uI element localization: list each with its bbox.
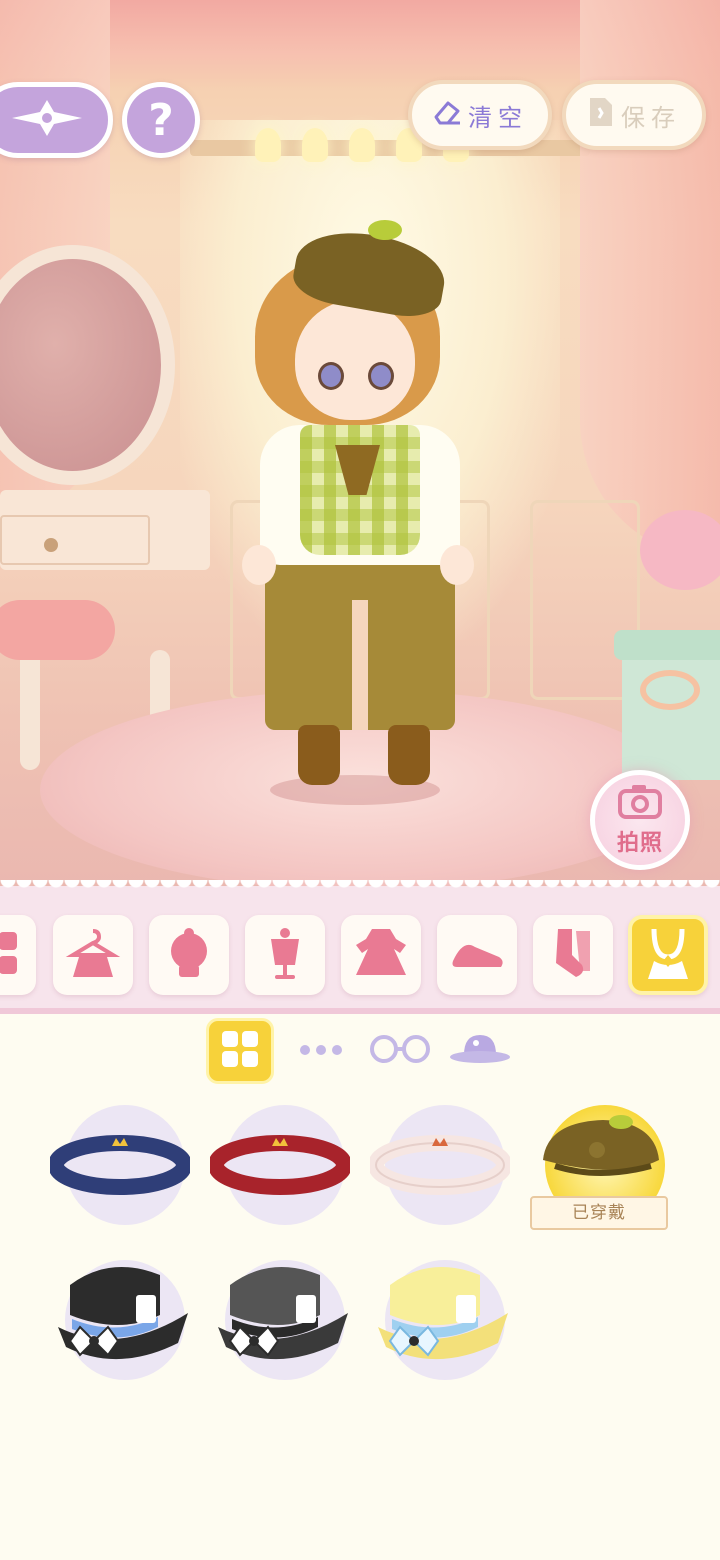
pants-gap — [352, 600, 368, 730]
item-black-top-hat[interactable] — [50, 1255, 200, 1395]
vanity-drawer — [0, 515, 150, 565]
avatar-character[interactable] — [240, 220, 480, 805]
category-tab-grid[interactable] — [0, 915, 36, 995]
character-hand — [440, 545, 474, 585]
eraser-icon — [432, 97, 462, 133]
bulb — [255, 128, 281, 162]
item-navy-crown-headband[interactable] — [50, 1100, 200, 1240]
top-hat-image — [218, 1267, 348, 1360]
hat-icon — [448, 1031, 512, 1071]
headband-image — [50, 1135, 190, 1195]
camera-button[interactable]: 拍照 — [590, 770, 690, 870]
character-eye — [318, 362, 344, 390]
gift-box — [622, 640, 720, 780]
gift-bow — [640, 670, 700, 710]
category-tab-accessories[interactable] — [628, 915, 708, 995]
top-hat-image — [378, 1267, 508, 1360]
grid-icon — [0, 928, 21, 982]
item-olive-beret[interactable]: 已穿戴 — [530, 1100, 680, 1240]
category-tab-shoes[interactable] — [437, 915, 517, 995]
dress-icon — [352, 925, 410, 985]
category-tab-socks[interactable] — [533, 915, 613, 995]
character-hand — [242, 545, 276, 585]
drawer-knob — [44, 538, 58, 552]
grid-icon — [220, 1029, 260, 1073]
worn-badge: 已穿戴 — [530, 1196, 668, 1230]
character-boot — [298, 725, 340, 785]
item-white-crown-headband[interactable] — [370, 1100, 520, 1240]
back-button[interactable] — [0, 82, 113, 158]
category-tab-dress[interactable] — [341, 915, 421, 995]
character-boot — [388, 725, 430, 785]
character-face — [295, 300, 415, 420]
lace-trim — [0, 880, 720, 896]
category-tab-hair[interactable] — [149, 915, 229, 995]
socks-icon — [548, 925, 598, 985]
headband-image — [370, 1135, 510, 1195]
camera-label: 拍照 — [616, 831, 663, 856]
subtab-misc[interactable] — [296, 1018, 346, 1084]
clear-label: 清空 — [468, 103, 528, 132]
subtab-glasses[interactable] — [368, 1018, 432, 1084]
compass-arrow-icon — [10, 98, 84, 142]
category-tab-top[interactable] — [245, 915, 325, 995]
question-icon: ? — [148, 94, 174, 146]
camera-icon — [617, 783, 663, 823]
document-icon — [587, 96, 615, 134]
subtab-all[interactable] — [206, 1018, 274, 1084]
stool-leg — [20, 650, 40, 770]
character-eye — [368, 362, 394, 390]
bulb — [302, 128, 328, 162]
help-button[interactable]: ? — [122, 82, 200, 158]
bulb — [349, 128, 375, 162]
clear-button[interactable]: 清空 — [408, 80, 552, 150]
glasses-icon — [368, 1034, 432, 1068]
gift-lid — [614, 630, 720, 660]
headband-image — [210, 1135, 350, 1195]
save-button[interactable]: 保存 — [562, 80, 706, 150]
vanity-mirror — [0, 245, 175, 485]
dress-hanger-icon — [65, 925, 121, 985]
mannequin-icon — [257, 925, 313, 985]
shoe-icon — [447, 933, 507, 977]
beret-image — [543, 1115, 659, 1176]
subtab-hat[interactable] — [448, 1018, 512, 1084]
plush-toy — [640, 510, 720, 590]
item-red-crown-headband[interactable] — [210, 1100, 360, 1240]
necklace-icon — [640, 925, 696, 985]
dots-icon — [298, 1042, 344, 1061]
category-tab-outfit[interactable] — [53, 915, 133, 995]
stool — [0, 600, 115, 660]
item-gray-top-hat[interactable] — [210, 1255, 360, 1395]
hair-icon — [161, 925, 217, 985]
top-hat-image — [58, 1267, 188, 1360]
beret-knot — [368, 220, 402, 240]
save-label: 保存 — [621, 103, 681, 132]
item-yellow-top-hat[interactable] — [370, 1255, 520, 1395]
